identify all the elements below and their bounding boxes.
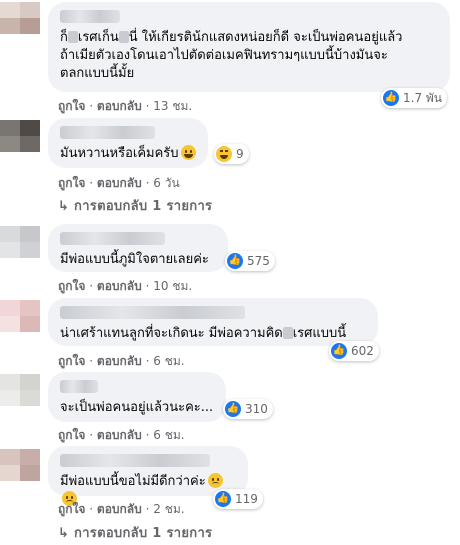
comment-bubble: ก็ เรศเก็น นี่ ให้เกียรติน้กแสดงหน่อยก็ดี …	[48, 2, 450, 92]
comment-actions: ถูกใจ · ตอบกลับ · 6 ชม.	[58, 354, 185, 368]
avatar[interactable]	[0, 120, 40, 152]
avatar[interactable]	[0, 300, 40, 332]
like-link[interactable]: ถูกใจ	[58, 502, 85, 516]
comment-text: มันหวานหรือเค็มครับ	[60, 145, 196, 163]
avatar[interactable]	[0, 449, 40, 481]
timestamp[interactable]: 10 ชม.	[153, 279, 192, 293]
comment-actions: ถูกใจ · ตอบกลับ · 6 วัน	[58, 176, 180, 190]
view-replies-link[interactable]: ↳ การตอบกลับ 1 รายการ	[58, 195, 212, 216]
author-name[interactable]	[60, 454, 210, 467]
comment-bubble: มีพ่อแบบนี้ขอไม่มีดีกว่าค่ะ	[48, 446, 248, 506]
author-name[interactable]	[60, 10, 120, 23]
reply-arrow-icon: ↳	[58, 199, 70, 214]
like-icon: 👍	[383, 90, 399, 106]
like-icon: 👍	[227, 253, 243, 269]
reaction-summary[interactable]: 👍 1.7 พัน	[381, 88, 448, 108]
comment-bubble: มันหวานหรือเค็มครับ	[48, 118, 208, 168]
reaction-summary[interactable]: 9	[214, 144, 249, 164]
avatar[interactable]	[0, 2, 40, 34]
reply-link[interactable]: ตอบกลับ	[97, 502, 142, 516]
like-link[interactable]: ถูกใจ	[58, 428, 85, 442]
reply-link[interactable]: ตอบกลับ	[97, 99, 142, 113]
author-name[interactable]	[60, 126, 155, 139]
like-icon: 👍	[331, 343, 347, 359]
reaction-summary[interactable]: 👍 575	[225, 251, 275, 271]
like-icon: 👍	[215, 491, 231, 507]
timestamp[interactable]: 6 ชม.	[153, 428, 184, 442]
censor-mark	[67, 31, 78, 43]
like-link[interactable]: ถูกใจ	[58, 99, 85, 113]
censor-mark	[282, 327, 293, 339]
haha-reaction-icon	[216, 146, 232, 162]
comment-bubble: มีพ่อแบบนี้ภูมิใจตายเลยค่ะ	[48, 224, 228, 272]
comment-text: ก็ เรศเก็น นี่ ให้เกียรติน้กแสดงหน่อยก็ดี …	[60, 30, 403, 81]
like-link[interactable]: ถูกใจ	[58, 354, 85, 368]
comment-bubble: จะเป็นพ่อคนอยู่แล้วนะคะ...	[48, 372, 226, 422]
comment-bubble: น่าเศร้าแทนลูกที่จะเกิดนะ มีพ่อความคิด เร…	[48, 298, 378, 346]
avatar[interactable]	[0, 226, 40, 258]
like-icon: 👍	[225, 401, 241, 417]
comment-actions: ถูกใจ · ตอบกลับ · 6 ชม.	[58, 428, 185, 442]
comment-actions: ถูกใจ · ตอบกลับ · 10 ชม.	[58, 279, 193, 293]
reaction-summary[interactable]: 👍 602	[329, 341, 379, 361]
reaction-summary[interactable]: 👍 119	[213, 489, 263, 509]
comment-actions: ถูกใจ · ตอบกลับ · 13 ชม.	[58, 99, 193, 113]
reply-link[interactable]: ตอบกลับ	[97, 428, 142, 442]
author-name[interactable]	[60, 306, 245, 319]
avatar[interactable]	[0, 374, 40, 406]
like-link[interactable]: ถูกใจ	[58, 279, 85, 293]
timestamp[interactable]: 2 ชม.	[153, 502, 184, 516]
censor-mark	[118, 31, 129, 43]
author-name[interactable]	[60, 380, 98, 393]
timestamp[interactable]: 6 ชม.	[153, 354, 184, 368]
timestamp[interactable]: 6 วัน	[153, 176, 179, 190]
sad-emoji-icon	[207, 473, 223, 488]
reply-link[interactable]: ตอบกลับ	[97, 354, 142, 368]
reply-link[interactable]: ตอบกลับ	[97, 176, 142, 190]
view-replies-link[interactable]: ↳ การตอบกลับ 1 รายการ	[58, 522, 212, 543]
reaction-summary[interactable]: 👍 310	[223, 399, 273, 419]
comment-text: จะเป็นพ่อคนอยู่แล้วนะคะ...	[60, 400, 214, 415]
comment-actions: ถูกใจ · ตอบกลับ · 2 ชม.	[58, 502, 185, 516]
author-name[interactable]	[60, 232, 165, 245]
comment-text: น่าเศร้าแทนลูกที่จะเกิดนะ มีพ่อความคิด เร…	[60, 326, 347, 341]
timestamp[interactable]: 13 ชม.	[153, 99, 192, 113]
comment-text: มีพ่อแบบนี้ภูมิใจตายเลยค่ะ	[60, 252, 209, 267]
like-link[interactable]: ถูกใจ	[58, 176, 85, 190]
reply-arrow-icon: ↳	[58, 526, 70, 541]
laughing-emoji-icon	[180, 145, 196, 160]
reply-link[interactable]: ตอบกลับ	[97, 279, 142, 293]
